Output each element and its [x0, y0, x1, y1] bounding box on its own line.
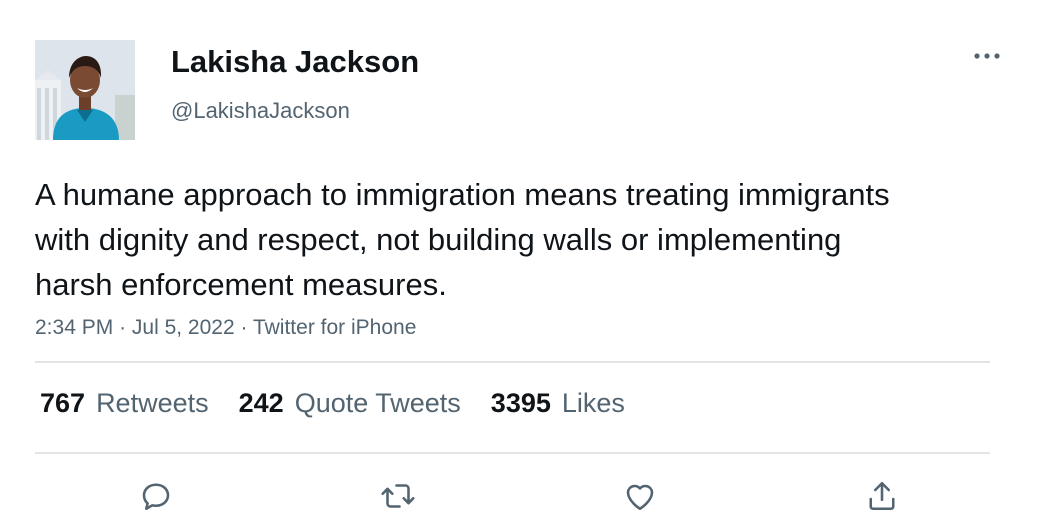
author-avatar[interactable] — [35, 40, 135, 140]
likes-label: Likes — [561, 388, 625, 418]
meta-separator: · — [241, 316, 253, 339]
share-icon — [869, 481, 895, 511]
likes-count: 3395 — [490, 388, 551, 418]
author-handle[interactable]: @LakishaJackson — [171, 98, 350, 124]
tweet-meta: 2:34 PM · Jul 5, 2022 · Twitter for iPho… — [35, 316, 416, 340]
retweets-label: Retweets — [96, 388, 209, 418]
tweet-text: A humane approach to immigration means t… — [35, 177, 890, 302]
separator-dot: · — [119, 316, 127, 339]
quote-tweets-label: Quote Tweets — [294, 388, 461, 418]
meta-separator: · — [119, 316, 132, 339]
divider — [35, 361, 990, 363]
likes-stat[interactable]: 3395 Likes — [491, 388, 625, 419]
share-button[interactable] — [862, 476, 902, 516]
tweet-source[interactable]: Twitter for iPhone — [253, 316, 416, 339]
separator-dot: · — [240, 316, 248, 339]
retweets-count: 767 — [40, 388, 86, 418]
retweet-icon — [381, 484, 415, 508]
like-button[interactable] — [620, 476, 660, 516]
retweets-stat[interactable]: 767 Retweets — [40, 388, 209, 419]
tweet-date[interactable]: Jul 5, 2022 — [132, 316, 235, 339]
like-icon — [626, 484, 654, 511]
quote-tweets-stat[interactable]: 242 Quote Tweets — [239, 388, 461, 419]
reply-button[interactable] — [136, 476, 176, 516]
tweet-time[interactable]: 2:34 PM — [35, 316, 113, 339]
author-name[interactable]: Lakisha Jackson — [171, 44, 419, 80]
quote-tweets-count: 242 — [238, 388, 284, 418]
retweet-button[interactable] — [378, 476, 418, 516]
divider — [35, 452, 990, 454]
profile-photo-icon — [35, 40, 135, 140]
reply-icon — [142, 483, 170, 511]
more-options-icon[interactable] — [970, 44, 1004, 70]
engagement-stats: 767 Retweets 242 Quote Tweets 3395 Likes — [40, 388, 655, 419]
